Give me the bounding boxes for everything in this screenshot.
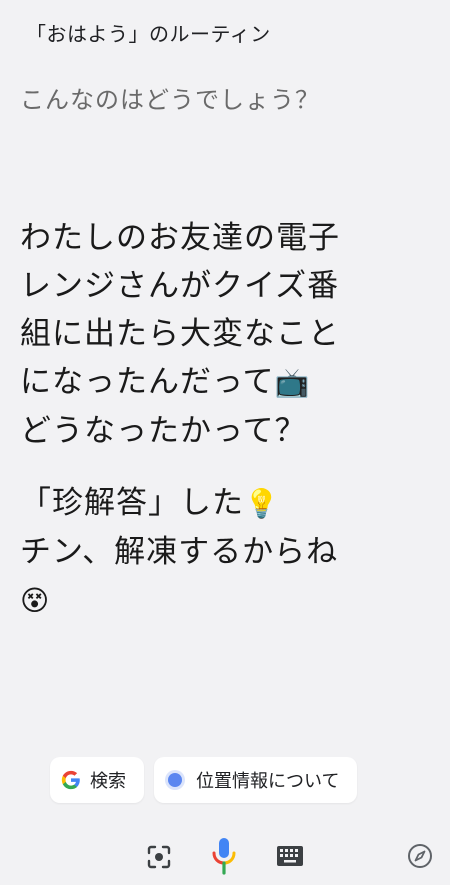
location-info-chip-label: 位置情報について [196, 771, 340, 792]
response-paragraph-2-text: 「珍解答」した [20, 485, 244, 521]
assistant-bottom-bar [0, 832, 450, 882]
response-paragraph-2: 「珍解答」した💡 チン、解凍するからね 😵 [20, 479, 350, 625]
routine-title: 「おはよう」のルーティン [26, 22, 271, 46]
location-info-chip[interactable]: 位置情報について [154, 757, 358, 803]
response-paragraph-1-line2: どうなったかって？ [20, 413, 307, 449]
lens-icon[interactable] [146, 844, 172, 870]
compass-icon[interactable] [406, 842, 434, 870]
tv-emoji-icon: 📺 [274, 366, 311, 399]
microphone-icon[interactable] [208, 836, 240, 878]
dizzy-face-emoji-icon: 😵 [20, 584, 51, 617]
suggestion-chips: 検索 位置情報について [50, 757, 358, 803]
suggestion-prompt: こんなのはどうでしょう？ [20, 86, 320, 114]
lightbulb-emoji-icon: 💡 [244, 487, 280, 520]
response-paragraph-1: わたしのお友達の電子レンジさんがクイズ番組に出たら大変なことになったんだって📺 … [20, 214, 350, 455]
keyboard-icon[interactable] [276, 844, 304, 868]
assistant-response: わたしのお友達の電子レンジさんがクイズ番組に出たら大変なことになったんだって📺 … [20, 214, 350, 625]
location-dot-icon [168, 773, 182, 787]
search-chip[interactable]: 検索 [50, 757, 144, 803]
google-g-icon [61, 770, 80, 790]
search-chip-label: 検索 [90, 771, 126, 792]
response-paragraph-2-text-2: チン、解凍するからね [20, 534, 339, 570]
